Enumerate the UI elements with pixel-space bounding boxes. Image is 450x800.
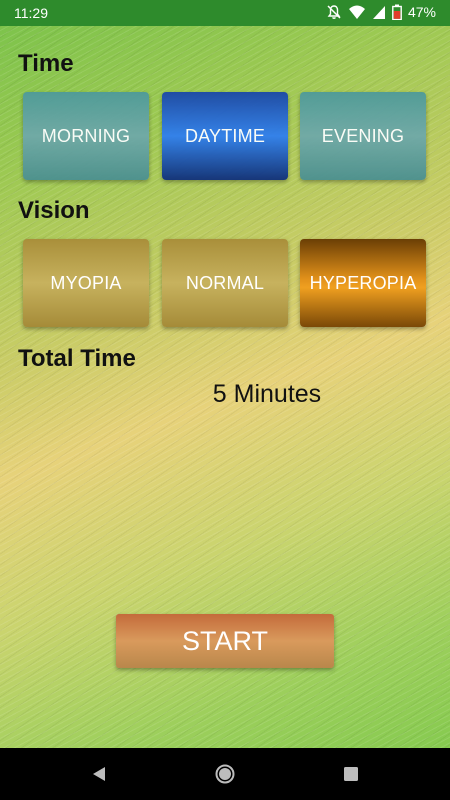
morning-button[interactable]: MORNING <box>23 92 149 180</box>
daytime-button[interactable]: DAYTIME <box>162 92 288 180</box>
notifications-off-icon <box>326 4 342 20</box>
hyperopia-button[interactable]: HYPEROPIA <box>300 239 426 327</box>
status-time: 11:29 <box>14 5 48 21</box>
start-button[interactable]: START <box>116 614 334 668</box>
vision-section-label: Vision <box>18 197 90 224</box>
signal-icon <box>372 4 386 20</box>
recents-icon[interactable] <box>340 763 362 785</box>
status-icons: 47% <box>326 4 436 20</box>
total-time-label: Total Time <box>18 345 136 372</box>
wifi-icon <box>348 4 366 20</box>
time-section-label: Time <box>18 50 74 77</box>
evening-button[interactable]: EVENING <box>300 92 426 180</box>
back-icon[interactable] <box>88 763 110 785</box>
app-screen: 11:29 47% Time MORNING DAYTIME EVENING V… <box>0 0 450 800</box>
home-icon[interactable] <box>214 763 236 785</box>
total-time-value: 5 Minutes <box>212 380 322 408</box>
navigation-bar <box>0 748 450 800</box>
normal-button[interactable]: NORMAL <box>162 239 288 327</box>
battery-icon <box>392 4 402 20</box>
myopia-button[interactable]: MYOPIA <box>23 239 149 327</box>
status-bar: 11:29 47% <box>0 0 450 26</box>
battery-percentage: 47% <box>407 4 436 20</box>
